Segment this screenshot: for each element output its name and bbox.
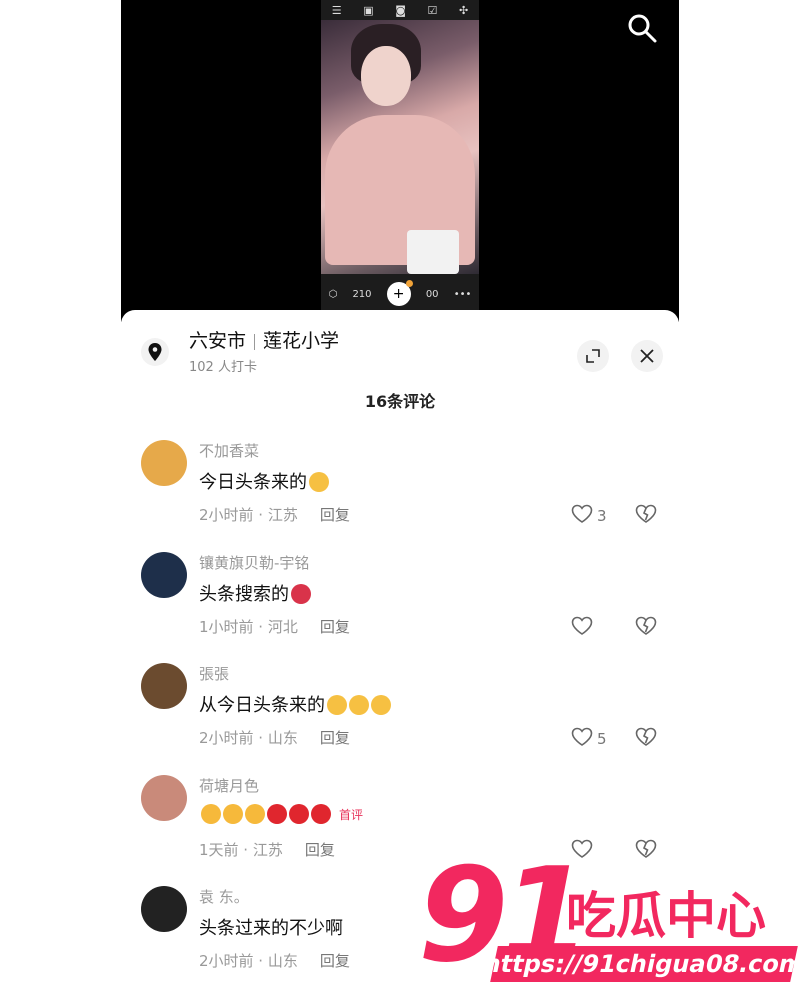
- emoji-icon: [309, 471, 329, 492]
- heart-icon: [571, 616, 593, 640]
- comment-item[interactable]: 镶黄旗贝勒-宇铭头条搜索的 1小时前 · 河北 回复: [141, 552, 661, 652]
- comment-text: 今日头条来的: [199, 468, 329, 494]
- comment-meta: 1天前 · 江苏 回复: [199, 841, 335, 859]
- checkin-count: 102 人打卡: [189, 360, 257, 375]
- counter-left: 210: [352, 288, 372, 300]
- emoji-icon: [349, 694, 369, 715]
- avatar[interactable]: [141, 440, 187, 486]
- broken-heart-icon: [635, 504, 657, 528]
- location-place: 莲花小学: [263, 330, 340, 352]
- emoji-icon: [289, 804, 309, 824]
- location-title: 六安市 莲花小学: [189, 326, 339, 353]
- comment-author[interactable]: 袁 东。: [199, 886, 249, 907]
- avatar[interactable]: [141, 663, 187, 709]
- comment-meta: 2小时前 · 江苏 回复: [199, 506, 350, 524]
- dislike-button[interactable]: [635, 504, 657, 528]
- reply-button[interactable]: 回复: [320, 506, 350, 524]
- camera-icon[interactable]: ▣: [363, 4, 373, 17]
- checklist-icon[interactable]: ☑: [427, 4, 437, 17]
- emoji-icon: [201, 804, 221, 824]
- like-button[interactable]: 3: [571, 504, 607, 528]
- reply-button[interactable]: 回复: [320, 729, 350, 747]
- emoji-icon: [245, 804, 265, 824]
- like-count: 5: [597, 730, 607, 748]
- move-icon[interactable]: ✣: [459, 4, 468, 17]
- heart-icon: [571, 727, 593, 751]
- more-icon[interactable]: •••: [454, 289, 472, 300]
- emoji-icon: [311, 804, 331, 824]
- location-city: 六安市: [189, 330, 247, 352]
- comment-text: 头条搜索的: [199, 580, 311, 606]
- comment-author[interactable]: 荷塘月色: [199, 775, 259, 796]
- watermark-title: 吃瓜中心: [566, 887, 766, 945]
- emoji-icon: [327, 694, 347, 715]
- broken-heart-icon: [635, 727, 657, 751]
- camera-preview: ☰ ▣ ◙ ☑ ✣ ⬡ 210 + 00 •••: [321, 0, 479, 310]
- close-button[interactable]: [631, 340, 663, 372]
- counter-right: 00: [425, 288, 439, 300]
- heart-icon: [571, 504, 593, 528]
- reply-button[interactable]: 回复: [320, 618, 350, 636]
- like-button[interactable]: 5: [571, 727, 607, 751]
- emoji-icon: [371, 694, 391, 715]
- camera-bottom-bar: ⬡ 210 + 00 •••: [321, 278, 479, 310]
- reply-button[interactable]: 回复: [320, 952, 350, 970]
- like-button[interactable]: [571, 616, 597, 640]
- comment-item[interactable]: 不加香菜今日头条来的 2小时前 · 江苏 回复 3: [141, 440, 661, 540]
- comment-text: 首评: [199, 803, 363, 824]
- reply-button[interactable]: 回复: [305, 841, 335, 859]
- comment-count: 16条评论: [364, 392, 436, 411]
- dislike-button[interactable]: [635, 616, 657, 640]
- watermark-url: https://91chigua08.com: [481, 946, 800, 982]
- avatar[interactable]: [141, 886, 187, 932]
- shutter-button[interactable]: +: [386, 280, 413, 306]
- search-icon[interactable]: [626, 12, 658, 44]
- comment-text: 从今日头条来的: [199, 691, 391, 717]
- comment-meta: 2小时前 · 山东 回复: [199, 952, 350, 970]
- comment-author[interactable]: 不加香菜: [199, 440, 259, 461]
- comment-meta: 2小时前 · 山东 回复: [199, 729, 350, 747]
- comment-meta: 1小时前 · 河北 回复: [199, 618, 350, 636]
- first-comment-badge: 首评: [339, 808, 364, 822]
- broken-heart-icon: [635, 616, 657, 640]
- video-area[interactable]: ☰ ▣ ◙ ☑ ✣ ⬡ 210 + 00 •••: [121, 0, 679, 322]
- dislike-button[interactable]: [635, 727, 657, 751]
- comment-item[interactable]: 張張从今日头条来的 2小时前 · 山东 回复 5: [141, 663, 661, 763]
- expand-icon: [586, 349, 600, 363]
- watermark: 91 吃瓜中心 https://91chigua08.com: [418, 840, 800, 996]
- camera-switch-icon[interactable]: ◙: [395, 4, 406, 17]
- comment-author[interactable]: 镶黄旗贝勒-宇铭: [199, 552, 309, 573]
- emoji-icon: [267, 804, 287, 824]
- location-header[interactable]: 六安市 莲花小学 102 人打卡: [141, 326, 663, 375]
- close-icon: [640, 349, 654, 363]
- filter-icon[interactable]: ⬡: [329, 289, 338, 300]
- location-pin-icon: [141, 338, 169, 366]
- selfie-photo: [321, 20, 479, 274]
- expand-button[interactable]: [577, 340, 609, 372]
- comment-author[interactable]: 張張: [199, 663, 229, 684]
- emoji-icon: [223, 804, 243, 824]
- avatar[interactable]: [141, 552, 187, 598]
- emoji-icon: [291, 583, 311, 604]
- like-count: 3: [597, 507, 607, 525]
- menu-icon[interactable]: ☰: [332, 4, 342, 17]
- avatar[interactable]: [141, 775, 187, 821]
- comment-text: 头条过来的不少啊: [199, 918, 343, 939]
- camera-toolbar: ☰ ▣ ◙ ☑ ✣: [321, 0, 479, 20]
